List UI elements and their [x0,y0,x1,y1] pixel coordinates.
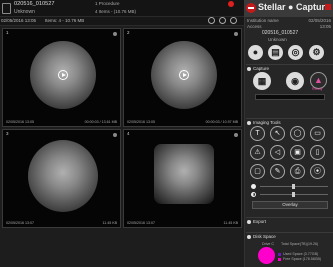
select-icon[interactable] [234,133,238,137]
save-tool-icon[interactable]: ▣ [290,145,305,160]
disk-space-title: Disk Space [253,234,276,239]
stellar-logo-icon [246,3,256,13]
used-legend-swatch [278,253,281,256]
select-icon[interactable] [113,32,117,36]
media-gallery: 1 02/05/2016 13:05 00:00:03 / 13.61 MB 2… [0,26,244,267]
item-count: 4 Items - (10.76 MB) [95,9,137,14]
overlay-label: Overlay [282,202,298,207]
institution-label: Institution name [247,18,279,23]
panel-patient-id: 020516_010527 [262,30,299,36]
patient-icon[interactable]: ● [248,45,263,60]
tile-duration: 00:00:03 / 13.61 MB [84,120,117,124]
rectangle-tool-icon[interactable]: ▭ [310,126,325,141]
free-legend-swatch [278,258,281,261]
total-space-label: Total Space(TB)(19.26) [281,242,319,246]
play-icon[interactable] [179,70,189,80]
video-record-icon[interactable]: ▦ [253,72,271,90]
media-tile[interactable]: 2 02/05/2016 13:05 00:00:03 / 10.97 MB [123,28,242,127]
circle-tool-icon[interactable]: ◯ [290,126,305,141]
brand-title: Stellar ● Capture [258,2,330,12]
crop-tool-icon[interactable]: ▯ [310,145,325,160]
procedure-icon[interactable]: ▤ [268,45,283,60]
zoom-out-icon[interactable] [219,17,226,24]
tile-duration: 00:00:03 / 10.97 MB [205,120,238,124]
brightness-icon [251,184,256,189]
pointer-tool-icon[interactable]: ↖ [270,126,285,141]
tile-timestamp: 02/05/2016 13:05 [6,120,34,124]
imaging-tools-title: Imaging Tools [253,120,281,125]
tile-duration: 11.45 KB [223,221,238,225]
zoom-in-icon[interactable] [208,17,215,24]
access-value: 13:05 [319,24,331,29]
used-space-label: Used Space (3.77GB) [283,252,319,256]
export-section[interactable]: Export [246,217,333,229]
app-window: 020516_010527 Unknown 1 Procedure 4 Item… [0,0,333,267]
tile-duration: 11.45 KB [102,221,117,225]
contrast-slider-thumb[interactable] [292,192,295,197]
overlay-button[interactable]: Overlay [252,201,328,209]
ready-label: Ready [312,87,323,91]
brand-bar: Stellar ● Capture [244,0,333,17]
media-tile[interactable]: 1 02/05/2016 13:05 00:00:03 / 13.61 MB [2,28,121,127]
endoscope-image [154,144,214,204]
select-icon[interactable] [234,32,238,36]
print-tool-icon[interactable]: ⎙ [290,164,305,179]
section-dot-icon [247,220,251,224]
tile-timestamp: 02/05/2016 13:05 [127,120,155,124]
export-title: Export [253,219,267,224]
frame-tool-icon[interactable]: ▢ [250,164,265,179]
text-tool-icon[interactable]: T [250,126,265,141]
free-space-label: Free Space (178.58GB) [283,257,322,261]
capture-progress-bar [255,94,325,100]
warning-tool-icon[interactable]: ⚠ [250,145,265,160]
patient-folder-icon [2,3,11,14]
disk-usage-pie [258,247,275,264]
tile-timestamp: 02/05/2016 13:07 [6,221,34,225]
media-tile[interactable]: 3 02/05/2016 13:07 11.45 KB [2,129,121,228]
camera-icon[interactable]: ◉ [286,72,304,90]
patient-id: 020516_010527 [14,1,55,7]
section-dot-icon [247,235,251,239]
toolbar-date: 02/05/2016 13:05 [1,18,37,23]
tile-number: 1 [6,30,9,35]
section-dot-icon [247,67,251,71]
procedure-count: 1 Procedure [95,1,120,6]
access-label: Access [247,24,262,29]
media-tile[interactable]: 4 02/05/2016 13:07 11.45 KB [123,129,242,228]
capture-title: Capture [253,66,270,71]
grid-view-icon[interactable] [230,17,237,24]
arrow-tool-icon[interactable]: ◁ [270,145,285,160]
close-icon[interactable] [325,4,331,10]
toolbar-items: Items: 4 - 10.76 MB [45,18,85,23]
settings-icon[interactable]: ⚙ [309,45,324,60]
section-dot-icon [247,121,251,125]
tile-number: 4 [127,131,130,136]
tile-number: 2 [127,30,130,35]
institution-value: 02/05/2016 [308,18,331,23]
edit-tool-icon[interactable]: ✎ [270,164,285,179]
drive-label: Drive C [262,242,274,246]
right-panel: Institution name 02/05/2016 Access 13:05… [244,17,333,267]
patient-name: Unknown [14,9,35,15]
notification-badge[interactable] [228,1,234,7]
brightness-slider-thumb[interactable] [292,184,295,189]
play-icon[interactable] [58,70,68,80]
endoscope-image [28,140,98,212]
tile-timestamp: 02/05/2016 13:07 [127,221,155,225]
contrast-icon [251,192,256,197]
stamp-tool-icon[interactable]: ⦿ [310,164,325,179]
users-icon[interactable]: ◎ [288,45,303,60]
select-icon[interactable] [113,133,117,137]
panel-patient-name: Unknown [268,37,287,42]
tile-number: 3 [6,131,9,136]
